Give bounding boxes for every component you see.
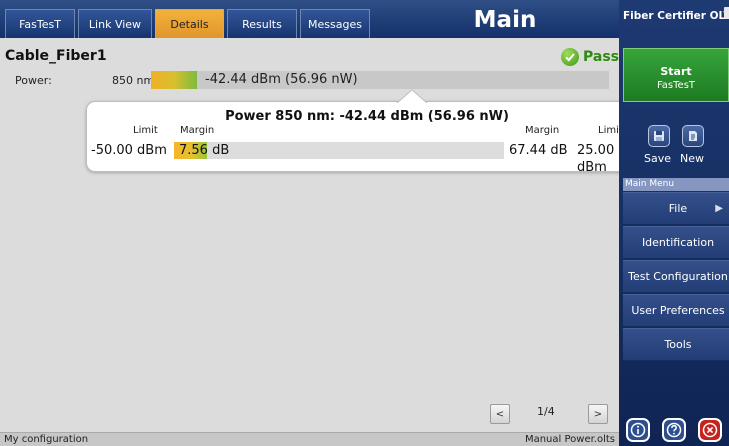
popup-title: Power 850 nm: -42.44 dBm (56.96 nW) [225,109,509,124]
app-title: Fiber Certifier OLTS [623,10,729,22]
cable-name: Cable_Fiber1 [5,48,107,64]
help-icon [666,422,682,438]
configuration-name: My configuration [4,434,89,445]
close-icon [702,422,718,438]
menu-item-test-configuration[interactable]: Test Configuration [623,260,729,293]
info-button[interactable] [626,418,650,442]
status-label: Pass [583,49,619,65]
left-limit-value: -50.00 dBm [91,143,167,158]
pass-check-icon [561,48,579,66]
power-detail-popup: Power 850 nm: -42.44 dBm (56.96 nW) Limi… [86,89,648,175]
new-label: New [680,152,704,165]
status-bar: My configuration Manual Power.olts [0,432,619,446]
start-sublabel: FasTesT [656,80,696,91]
page-indicator: 1/4 [537,405,555,418]
popup-pointer [397,89,427,103]
status-badge: Pass [561,48,619,66]
tab-messages[interactable]: Messages [300,9,370,38]
save-icon [654,131,664,141]
menu-item-label: Tools [664,338,692,351]
menu-item-label: Test Configuration [628,270,728,283]
app-title-icon [724,7,729,19]
power-bar-fill [151,71,197,89]
new-document-icon [689,131,697,141]
menu-item-identification[interactable]: Identification [623,226,729,259]
tab-fastest[interactable]: FasTesT [5,9,75,38]
power-value: -42.44 dBm (56.96 nW) [205,72,358,87]
chevron-right-icon: ▶ [715,203,723,214]
right-margin-value: 67.44 dB [509,143,568,158]
info-icon [630,422,646,438]
prev-page-button[interactable]: < [490,404,510,424]
power-wavelength: 850 nm [112,74,155,87]
menu-item-file[interactable]: File ▶ [623,192,729,225]
left-margin-value: 7.56 dB [179,143,230,158]
tab-results[interactable]: Results [227,9,297,38]
menu-item-label: File [668,202,688,215]
menu-item-user-preferences[interactable]: User Preferences [623,294,729,327]
left-limit-label: Limit [133,125,158,136]
next-page-button[interactable]: > [588,404,608,424]
right-panel: Fiber Certifier OLTS Start FasTesT Save … [619,0,729,446]
help-button[interactable] [662,418,686,442]
new-button[interactable] [682,125,704,147]
close-button[interactable] [698,418,722,442]
loaded-file-name: Manual Power.olts [524,434,615,445]
left-margin-label: Margin [180,125,215,136]
power-label: Power: [15,74,52,87]
menu-item-label: User Preferences [631,304,725,317]
menu-item-tools[interactable]: Tools [623,328,729,361]
main-menu-header: Main Menu [623,178,729,191]
right-margin-label: Margin [525,125,560,136]
page-title: Main [473,7,537,33]
menu-item-label: Identification [641,236,715,249]
main-area: FasTesT Link View Details Results Messag… [0,0,648,446]
save-label: Save [644,152,672,165]
tab-bar: FasTesT Link View Details Results Messag… [0,0,619,38]
tab-link-view[interactable]: Link View [78,9,152,38]
start-test-button[interactable]: Start FasTesT [623,48,729,102]
save-button[interactable] [648,125,670,147]
start-label: Start [660,65,692,78]
tab-details[interactable]: Details [155,9,224,38]
